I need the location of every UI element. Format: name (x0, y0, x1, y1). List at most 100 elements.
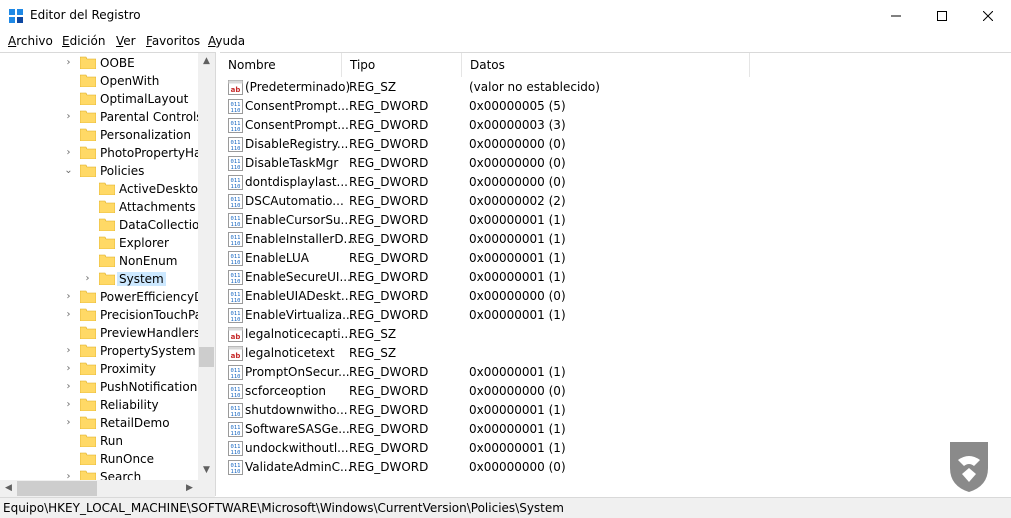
value-row[interactable]: 011 110 ConsentPrompt... REG_DWORD 0x0000000… (220, 97, 1011, 116)
tree-item[interactable]: Explorer (0, 234, 200, 252)
tree-item[interactable]: RunOnce (0, 450, 200, 468)
menu-edicion[interactable]: Edición (62, 34, 105, 48)
value-row[interactable]: 011 110 DisableRegistry... REG_DWORD 0x00000… (220, 135, 1011, 154)
value-name: DisableRegistry... (245, 137, 349, 151)
value-type: REG_DWORD (349, 403, 429, 417)
tree-item[interactable]: › Parental Controls (0, 108, 203, 126)
value-name: EnableVirtualiza... (245, 308, 354, 322)
binary-value-icon: 011110 (228, 460, 243, 475)
folder-icon (80, 146, 96, 159)
registry-tree[interactable]: › Search RunOnce Run › RetailDemo › Reliability… (0, 52, 216, 496)
column-header-data[interactable]: Datos (462, 53, 750, 77)
value-row[interactable]: 011 110 EnableUIADeskt... REG_DWORD 0x000000… (220, 287, 1011, 306)
maximize-button[interactable] (919, 0, 965, 31)
menu-favoritos[interactable]: Favoritos (146, 34, 200, 48)
folder-icon (99, 236, 115, 249)
tree-item[interactable]: › PowerEfficiencyDia (0, 288, 215, 306)
value-row[interactable]: 011 110 EnableCursorSu... REG_DWORD 0x000000… (220, 211, 1011, 230)
value-data: 0x00000001 (1) (469, 251, 566, 265)
value-row[interactable]: 011 110 ConsentPrompt... REG_DWORD 0x0000000… (220, 116, 1011, 135)
tree-item[interactable]: › RetailDemo (0, 414, 200, 432)
expand-chevron-icon[interactable]: › (64, 382, 73, 392)
tree-item[interactable]: OptimalLayout (0, 90, 200, 108)
folder-icon (80, 56, 96, 69)
tree-item[interactable]: DataCollection (0, 216, 207, 234)
tree-item[interactable]: PreviewHandlers (0, 324, 200, 342)
value-row[interactable]: 011 110 PromptOnSecur... REG_DWORD 0x0000000… (220, 363, 1011, 382)
scroll-down-arrow-icon[interactable]: ▼ (198, 462, 215, 479)
tree-vertical-scrollbar[interactable]: ▲ ▼ (198, 53, 215, 496)
tree-item-label: PreviewHandlers (100, 326, 201, 340)
value-row[interactable]: 011 110 EnableInstallerD... REG_DWORD 0x0000… (220, 230, 1011, 249)
svg-text:110: 110 (231, 184, 241, 190)
value-data: 0x00000000 (0) (469, 289, 566, 303)
expand-chevron-icon[interactable]: › (64, 364, 73, 374)
value-name: EnableCursorSu... (245, 213, 352, 227)
value-row[interactable]: 011 110 ValidateAdminC... REG_DWORD 0x000000… (220, 458, 1011, 477)
svg-text:110: 110 (231, 260, 241, 266)
menu-ayuda[interactable]: Ayuda (208, 34, 245, 48)
menu-archivo[interactable]: Archivo (8, 34, 53, 48)
tree-item[interactable]: › Reliability (0, 396, 200, 414)
column-header-type[interactable]: Tipo (342, 53, 462, 77)
tree-item[interactable]: Personalization (0, 126, 200, 144)
expand-chevron-icon (83, 220, 92, 229)
tree-item-label: Proximity (100, 362, 156, 376)
expand-chevron-icon[interactable]: › (64, 400, 73, 410)
value-row[interactable]: 011 110 dontdisplaylast... REG_DWORD 0x00000… (220, 173, 1011, 192)
tree-item[interactable]: Attachments (0, 198, 200, 216)
values-list[interactable]: Nombre Tipo Datos ab (Predeterminado) REG_… (220, 52, 1011, 496)
value-row[interactable]: 011 110 undockwithoutl... REG_DWORD 0x000000… (220, 439, 1011, 458)
close-button[interactable] (965, 0, 1011, 31)
tree-item[interactable]: ActiveDesktop (0, 180, 206, 198)
tree-item-label: Personalization (100, 128, 191, 142)
tree-hscroll-thumb[interactable] (17, 481, 97, 496)
value-row[interactable]: 011 110 scforceoption REG_DWORD 0x00000000 (… (220, 382, 1011, 401)
tree-item[interactable]: OpenWith (0, 72, 200, 90)
value-row[interactable]: 011 110 EnableLUA REG_DWORD 0x00000001 (1) (220, 249, 1011, 268)
menu-edicion-mnemonic: E (62, 34, 70, 48)
tree-item[interactable]: › PropertySystem (0, 342, 200, 360)
value-row[interactable]: 011 110 DisableTaskMgr REG_DWORD 0x00000000 … (220, 154, 1011, 173)
expand-chevron-icon[interactable]: › (64, 148, 73, 158)
tree-item[interactable]: › PhotoPropertyHan (0, 144, 210, 162)
tree-item[interactable]: › PushNotifications (0, 378, 204, 396)
folder-icon (80, 398, 96, 411)
expand-chevron-icon[interactable]: › (83, 274, 92, 284)
minimize-button[interactable] (873, 0, 919, 31)
value-row[interactable]: ab (Predeterminado) REG_SZ (valor no establ… (220, 78, 1011, 97)
tree-item[interactable]: › Proximity (0, 360, 200, 378)
value-row[interactable]: ab legalnoticetext REG_SZ (220, 344, 1011, 363)
value-row[interactable]: 011 110 SoftwareSASGe... REG_DWORD 0x0000000… (220, 420, 1011, 439)
column-header-name[interactable]: Nombre (220, 53, 342, 77)
value-row[interactable]: 011 110 EnableSecureUI... REG_DWORD 0x000000… (220, 268, 1011, 287)
expand-chevron-icon[interactable]: › (64, 58, 73, 68)
value-row[interactable]: 011 110 DSCAutomatio... REG_DWORD 0x00000002… (220, 192, 1011, 211)
value-row[interactable]: 011 110 shutdownwitho... REG_DWORD 0x0000000… (220, 401, 1011, 420)
tree-horizontal-scrollbar[interactable]: ◀ ▶ (0, 480, 215, 497)
expand-chevron-icon[interactable]: › (64, 346, 73, 356)
value-data: 0x00000000 (0) (469, 460, 566, 474)
expand-chevron-icon[interactable]: › (64, 310, 73, 320)
folder-icon (80, 344, 96, 357)
menu-ver[interactable]: Ver (116, 34, 136, 48)
value-row[interactable]: ab legalnoticecapti... REG_SZ (220, 325, 1011, 344)
value-row[interactable]: 011 110 EnableVirtualiza... REG_DWORD 0x0000… (220, 306, 1011, 325)
collapse-chevron-icon[interactable]: ⌄ (64, 166, 73, 176)
tree-item-label: Run (100, 434, 124, 448)
tree-item[interactable]: › PrecisionTouchPac (0, 306, 209, 324)
tree-item[interactable]: › System (0, 270, 200, 288)
scroll-up-arrow-icon[interactable]: ▲ (198, 53, 215, 70)
value-type: REG_SZ (349, 346, 397, 360)
tree-item[interactable]: NonEnum (0, 252, 200, 270)
expand-chevron-icon[interactable]: › (64, 292, 73, 302)
tree-vscroll-thumb[interactable] (199, 347, 214, 367)
scroll-left-arrow-icon[interactable]: ◀ (0, 480, 17, 497)
tree-item[interactable]: ⌄ Policies (0, 162, 200, 180)
svg-text:110: 110 (231, 317, 241, 323)
scroll-right-arrow-icon[interactable]: ▶ (181, 480, 198, 497)
expand-chevron-icon[interactable]: › (64, 418, 73, 428)
expand-chevron-icon[interactable]: › (64, 112, 73, 122)
tree-item[interactable]: › OOBE (0, 54, 200, 72)
tree-item[interactable]: Run (0, 432, 200, 450)
